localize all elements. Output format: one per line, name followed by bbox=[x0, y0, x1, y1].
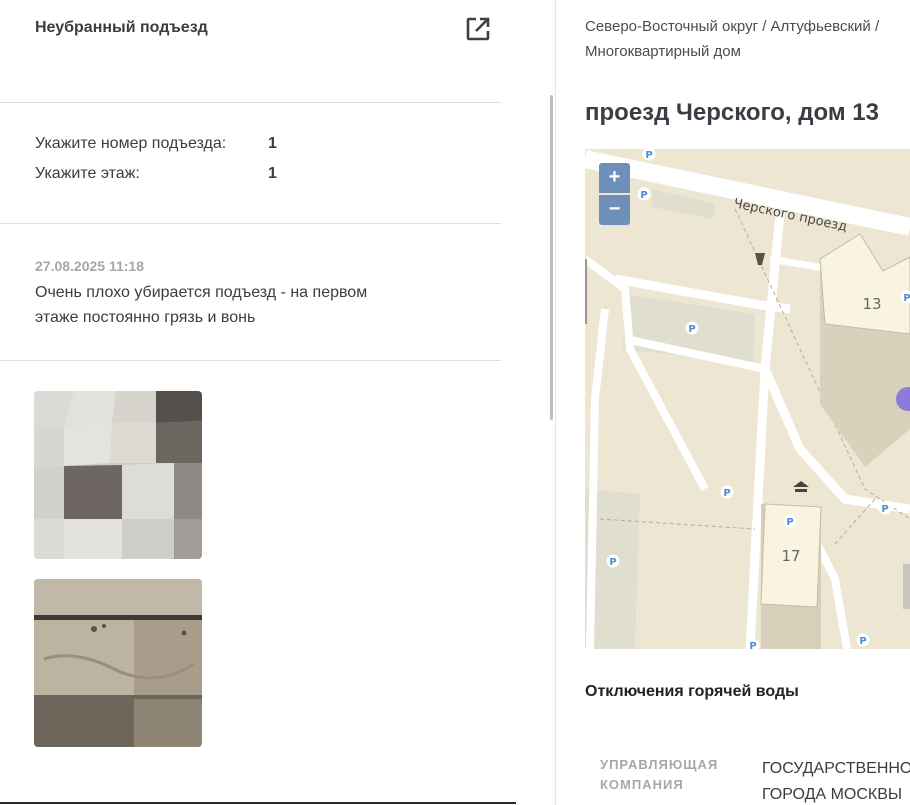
zoom-in-button[interactable]: + bbox=[599, 163, 630, 193]
parking-marker: P bbox=[688, 324, 695, 335]
hot-water-title: Отключения горячей воды bbox=[585, 683, 799, 700]
company-label: УПРАВЛЯЮЩАЯ КОМПАНИЯ bbox=[600, 757, 719, 792]
scrollbar[interactable] bbox=[550, 95, 553, 420]
entrance-label: Укажите номер подъезда: bbox=[35, 135, 227, 152]
parking-marker: P bbox=[749, 641, 756, 649]
parking-marker: P bbox=[903, 293, 910, 304]
breadcrumb: Северо-Восточный округ / Алтуфьевский / … bbox=[585, 18, 880, 60]
floor-value: 1 bbox=[268, 165, 277, 182]
zoom-out-button[interactable]: − bbox=[599, 195, 630, 225]
attachment-photo[interactable] bbox=[34, 391, 202, 559]
bottom-divider bbox=[0, 802, 516, 804]
company-value-line: ГОСУДАРСТВЕННОЕ bbox=[762, 760, 910, 777]
issue-panel: Неубранный подъезд Укажите номер подъезд… bbox=[0, 0, 502, 805]
entrance-value: 1 bbox=[268, 135, 277, 152]
issue-title: Неубранный подъезд bbox=[35, 19, 208, 36]
company-value: ГОСУДАРСТВЕННОЕ ГОРОДА МОСКВЫ bbox=[762, 756, 910, 805]
open-in-new-icon[interactable] bbox=[465, 16, 491, 42]
parking-marker: P bbox=[609, 557, 616, 568]
location-panel: Северо-Восточный округ / Алтуфьевский / … bbox=[556, 0, 910, 805]
map-canvas: 13 17 Черского проезд P P P P P P P P P … bbox=[585, 149, 910, 649]
parking-marker: P bbox=[881, 504, 888, 515]
comment-date: 27.08.2025 11:18 bbox=[35, 258, 144, 274]
divider bbox=[0, 102, 501, 103]
parking-marker: P bbox=[723, 488, 730, 499]
divider bbox=[0, 360, 501, 361]
parking-marker: P bbox=[859, 636, 866, 647]
map[interactable]: 13 17 Черского проезд P P P P P P P P P … bbox=[585, 149, 910, 649]
parking-marker: P bbox=[640, 190, 647, 201]
address-title: проезд Черского, дом 13 bbox=[585, 99, 879, 126]
attachment-photo[interactable] bbox=[34, 579, 202, 747]
parking-marker: P bbox=[786, 517, 793, 528]
company-value-line: ГОРОДА МОСКВЫ bbox=[762, 786, 903, 803]
parking-marker: P bbox=[645, 150, 652, 161]
building-13-label: 13 bbox=[862, 295, 881, 313]
divider bbox=[0, 223, 501, 224]
comment-text: Очень плохо убирается подъезд - на перво… bbox=[35, 284, 368, 326]
building-17-label: 17 bbox=[781, 547, 800, 565]
floor-label: Укажите этаж: bbox=[35, 165, 140, 182]
